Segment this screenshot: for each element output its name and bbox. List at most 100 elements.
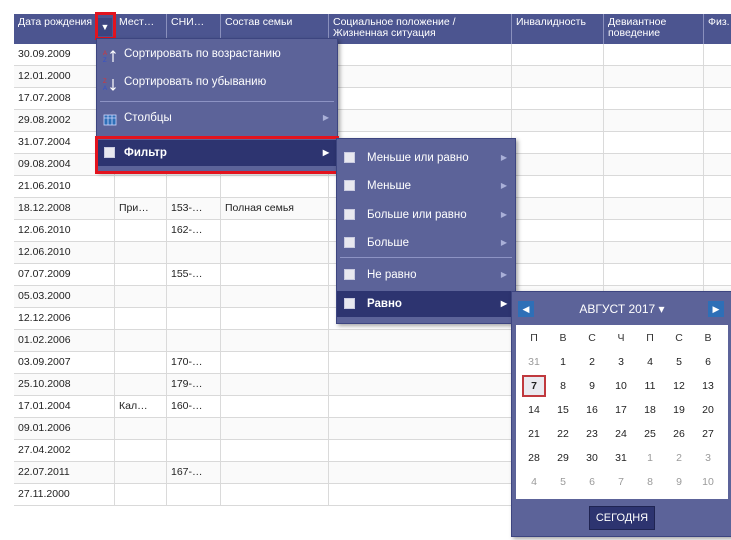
calendar-day[interactable]: 15 [551, 399, 575, 421]
calendar-day[interactable]: 4 [638, 351, 662, 373]
calendar-day[interactable]: 1 [551, 351, 575, 373]
next-month-icon[interactable]: ▶ [708, 301, 724, 317]
calendar-day[interactable]: 8 [638, 471, 662, 493]
filter-option[interactable]: Больше или равно ▶ [337, 202, 515, 228]
calendar-day[interactable]: 31 [609, 447, 633, 469]
calendar-day[interactable]: 6 [580, 471, 604, 493]
filter-label: Фильтр [124, 147, 167, 159]
calendar-day[interactable]: 31 [522, 351, 546, 373]
calendar-day[interactable]: 16 [580, 399, 604, 421]
month-year-label: АВГУСТ 2017 [579, 302, 656, 316]
table-cell [221, 330, 329, 351]
calendar-day[interactable]: 7 [609, 471, 633, 493]
table-cell [329, 396, 512, 417]
table-cell [512, 154, 604, 175]
column-header[interactable]: Девиантное поведение [604, 14, 704, 44]
calendar-day[interactable]: 20 [696, 399, 720, 421]
calendar-day[interactable]: 22 [551, 423, 575, 445]
svg-text:A: A [103, 86, 107, 91]
calendar-day[interactable]: 25 [638, 423, 662, 445]
calendar-day[interactable]: 18 [638, 399, 662, 421]
calendar-day[interactable]: 1 [638, 447, 662, 469]
calendar-day[interactable]: 27 [696, 423, 720, 445]
calendar-day[interactable]: 5 [551, 471, 575, 493]
filter-option-checkbox[interactable] [344, 237, 355, 248]
filter-option-checkbox[interactable] [344, 152, 355, 163]
table-cell [221, 440, 329, 461]
calendar-day[interactable]: 6 [696, 351, 720, 373]
sort-descending-item[interactable]: ZA Сортировать по убыванию [97, 69, 337, 95]
calendar-day[interactable]: 23 [580, 423, 604, 445]
table-cell [604, 132, 704, 153]
table-cell [512, 88, 604, 109]
table-cell [512, 176, 604, 197]
calendar-day[interactable]: 10 [609, 375, 633, 397]
calendar-day[interactable]: 8 [551, 375, 575, 397]
filter-option-checkbox[interactable] [344, 209, 355, 220]
calendar-day[interactable]: 2 [580, 351, 604, 373]
calendar-day[interactable]: 14 [522, 399, 546, 421]
calendar-day[interactable]: 28 [522, 447, 546, 469]
table-cell [221, 264, 329, 285]
table-cell [115, 484, 167, 505]
filter-option-checkbox[interactable] [344, 180, 355, 191]
calendar-day[interactable]: 4 [522, 471, 546, 493]
calendar-day[interactable]: 30 [580, 447, 604, 469]
date-picker: ◀ АВГУСТ 2017 ▾ ▶ П В С Ч П С В 31 1 2 3 4 5 6 7 8 9 10 11… [511, 291, 731, 537]
calendar-day[interactable]: 26 [667, 423, 691, 445]
calendar-day[interactable]: 3 [696, 447, 720, 469]
calendar-day[interactable]: 24 [609, 423, 633, 445]
today-button[interactable]: СЕГОДНЯ [589, 506, 655, 530]
menu-separator [100, 136, 334, 137]
table-cell [604, 242, 704, 263]
calendar-day[interactable]: 12 [667, 375, 691, 397]
calendar-day[interactable]: 21 [522, 423, 546, 445]
month-year-title[interactable]: АВГУСТ 2017 ▾ [552, 301, 692, 317]
calendar-day[interactable]: 19 [667, 399, 691, 421]
table-cell [329, 44, 512, 65]
table-cell: 05.03.2000 [14, 286, 115, 307]
table-cell [329, 66, 512, 87]
table-cell: 155-… [167, 264, 221, 285]
filter-option-checkbox[interactable] [344, 269, 355, 280]
filter-option[interactable]: Не равно ▶ [337, 262, 515, 288]
table-cell [604, 154, 704, 175]
sort-ascending-item[interactable]: AZ Сортировать по возрастанию [97, 41, 337, 67]
calendar-day[interactable]: 29 [551, 447, 575, 469]
table-cell [604, 44, 704, 65]
columns-item[interactable]: Столбцы ▶ [97, 105, 337, 131]
table-cell: 12.12.2006 [14, 308, 115, 329]
filter-option-checkbox[interactable] [344, 298, 355, 309]
calendar-day[interactable]: 3 [609, 351, 633, 373]
sort-descending-icon: ZA [103, 75, 117, 92]
calendar-day[interactable]: 9 [580, 375, 604, 397]
filter-checkbox[interactable] [104, 147, 115, 158]
filter-option[interactable]: Равно ▶ [337, 291, 515, 317]
calendar-day[interactable]: 2 [667, 447, 691, 469]
calendar-day[interactable]: 13 [696, 375, 720, 397]
filter-item[interactable]: Фильтр ▶ [97, 140, 337, 166]
table-cell [167, 484, 221, 505]
filter-option[interactable]: Меньше ▶ [337, 173, 515, 199]
column-header[interactable]: Физ. груп [704, 14, 731, 44]
calendar-day[interactable]: 17 [609, 399, 633, 421]
submenu-arrow-icon: ▶ [500, 238, 507, 247]
calendar-day[interactable]: 5 [667, 351, 691, 373]
column-header[interactable]: Социальное положение / Жизненная ситуаци… [329, 14, 512, 44]
filter-option-label: Равно [367, 298, 402, 310]
table-cell [115, 330, 167, 351]
table-cell [115, 374, 167, 395]
table-cell [221, 308, 329, 329]
table-cell [221, 220, 329, 241]
calendar-day[interactable]: 10 [696, 471, 720, 493]
calendar-day[interactable]: 9 [667, 471, 691, 493]
calendar-day[interactable]: 11 [638, 375, 662, 397]
column-menu-trigger-icon[interactable]: ▼ [98, 18, 112, 36]
table-cell [221, 286, 329, 307]
prev-month-icon[interactable]: ◀ [518, 301, 534, 317]
calendar-day-today[interactable]: 7 [522, 375, 546, 397]
filter-option[interactable]: Меньше или равно ▶ [337, 145, 515, 171]
filter-option[interactable]: Больше ▶ [337, 230, 515, 256]
table-cell: 03.09.2007 [14, 352, 115, 373]
column-header[interactable]: Инвалидность [512, 14, 604, 44]
